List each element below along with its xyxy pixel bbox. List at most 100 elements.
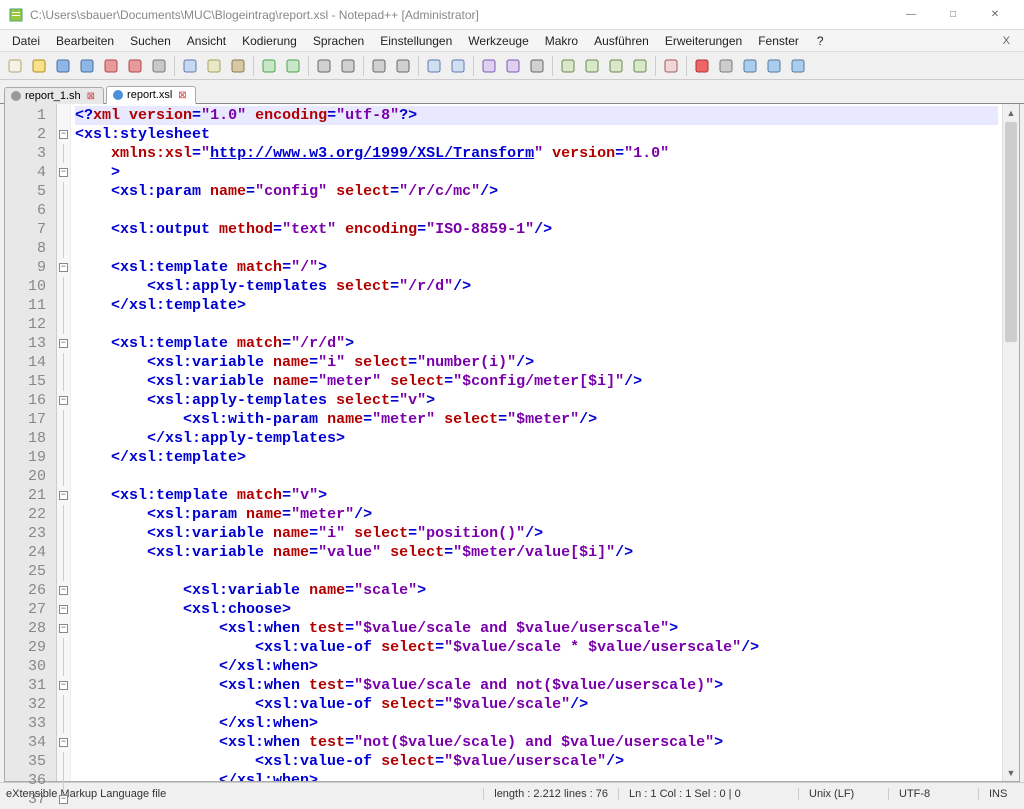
save-all-icon[interactable] bbox=[76, 55, 98, 77]
code-area[interactable]: <?xml version="1.0" encoding="utf-8"?><x… bbox=[71, 104, 1002, 781]
menu-suchen[interactable]: Suchen bbox=[122, 32, 179, 50]
close-all-icon[interactable] bbox=[124, 55, 146, 77]
menu-kodierung[interactable]: Kodierung bbox=[234, 32, 305, 50]
code-line[interactable]: <xsl:when test="$value/scale and not($va… bbox=[75, 676, 998, 695]
zoom-out-icon[interactable] bbox=[392, 55, 414, 77]
code-line[interactable]: <xsl:variable name="i" select="number(i)… bbox=[75, 353, 998, 372]
code-line[interactable]: </xsl:when> bbox=[75, 657, 998, 676]
status-mode[interactable]: INS bbox=[978, 788, 1018, 800]
close-file-icon[interactable] bbox=[100, 55, 122, 77]
code-line[interactable]: <xsl:template match="v"> bbox=[75, 486, 998, 505]
tab-close-icon[interactable]: ⊠ bbox=[87, 91, 95, 102]
menu-?[interactable]: ? bbox=[809, 32, 832, 50]
code-line[interactable]: </xsl:template> bbox=[75, 448, 998, 467]
save-macro-icon[interactable] bbox=[787, 55, 809, 77]
tab-label: report.xsl bbox=[127, 89, 172, 101]
print-icon[interactable] bbox=[148, 55, 170, 77]
code-line[interactable] bbox=[75, 239, 998, 258]
wordwrap-icon[interactable] bbox=[478, 55, 500, 77]
play-macro-icon[interactable] bbox=[739, 55, 761, 77]
menu-datei[interactable]: Datei bbox=[4, 32, 48, 50]
fold-column[interactable]: −−−−−−−−−−−− bbox=[57, 104, 71, 781]
lang-panel-icon[interactable] bbox=[557, 55, 579, 77]
cut-icon[interactable] bbox=[179, 55, 201, 77]
scroll-thumb[interactable] bbox=[1005, 122, 1017, 342]
status-eol[interactable]: Unix (LF) bbox=[798, 788, 888, 800]
undo-icon[interactable] bbox=[258, 55, 280, 77]
menu-sprachen[interactable]: Sprachen bbox=[305, 32, 372, 50]
doc-map-icon[interactable] bbox=[581, 55, 603, 77]
code-line[interactable]: </xsl:when> bbox=[75, 714, 998, 733]
folder-view-icon[interactable] bbox=[629, 55, 651, 77]
scroll-down-icon[interactable]: ▼ bbox=[1003, 764, 1019, 781]
menu-einstellungen[interactable]: Einstellungen bbox=[372, 32, 460, 50]
zoom-in-icon[interactable] bbox=[368, 55, 390, 77]
code-line[interactable]: <xsl:template match="/"> bbox=[75, 258, 998, 277]
code-line[interactable]: <xsl:choose> bbox=[75, 600, 998, 619]
code-line[interactable]: <xsl:apply-templates select="v"> bbox=[75, 391, 998, 410]
menu-ansicht[interactable]: Ansicht bbox=[179, 32, 234, 50]
code-line[interactable]: <xsl:variable name="meter" select="$conf… bbox=[75, 372, 998, 391]
func-list-icon[interactable] bbox=[605, 55, 627, 77]
code-line[interactable]: <xsl:stylesheet bbox=[75, 125, 998, 144]
code-line[interactable]: <xsl:template match="/r/d"> bbox=[75, 334, 998, 353]
open-file-icon[interactable] bbox=[28, 55, 50, 77]
code-line[interactable]: <xsl:with-param name="meter" select="$me… bbox=[75, 410, 998, 429]
code-line[interactable]: > bbox=[75, 163, 998, 182]
code-line[interactable]: <xsl:value-of select="$value/scale * $va… bbox=[75, 638, 998, 657]
code-line[interactable]: <xsl:variable name="value" select="$mete… bbox=[75, 543, 998, 562]
code-line[interactable]: </xsl:when> bbox=[75, 771, 998, 781]
code-line[interactable]: xmlns:xsl="http://www.w3.org/1999/XSL/Tr… bbox=[75, 144, 998, 163]
redo-icon[interactable] bbox=[282, 55, 304, 77]
code-line[interactable]: <xsl:variable name="scale"> bbox=[75, 581, 998, 600]
vertical-scrollbar[interactable]: ▲ ▼ bbox=[1002, 104, 1019, 781]
stop-macro-icon[interactable] bbox=[715, 55, 737, 77]
menu-fenster[interactable]: Fenster bbox=[750, 32, 807, 50]
run-macro-multi-icon[interactable] bbox=[763, 55, 785, 77]
code-line[interactable]: <xsl:value-of select="$value/scale"/> bbox=[75, 695, 998, 714]
menu-ausführen[interactable]: Ausführen bbox=[586, 32, 657, 50]
indent-guide-icon[interactable] bbox=[526, 55, 548, 77]
copy-icon[interactable] bbox=[203, 55, 225, 77]
tab-close-icon[interactable]: ⊠ bbox=[178, 90, 186, 101]
menu-bearbeiten[interactable]: Bearbeiten bbox=[48, 32, 122, 50]
record-macro-icon[interactable] bbox=[691, 55, 713, 77]
all-chars-icon[interactable] bbox=[502, 55, 524, 77]
sync-h-icon[interactable] bbox=[447, 55, 469, 77]
code-line[interactable]: <xsl:apply-templates select="/r/d"/> bbox=[75, 277, 998, 296]
menu-erweiterungen[interactable]: Erweiterungen bbox=[657, 32, 750, 50]
menu-werkzeuge[interactable]: Werkzeuge bbox=[460, 32, 536, 50]
code-line[interactable] bbox=[75, 201, 998, 220]
code-line[interactable]: <xsl:param name="config" select="/r/c/mc… bbox=[75, 182, 998, 201]
code-line[interactable]: <?xml version="1.0" encoding="utf-8"?> bbox=[75, 106, 998, 125]
tab-status-icon bbox=[11, 91, 21, 101]
new-file-icon[interactable] bbox=[4, 55, 26, 77]
scroll-up-icon[interactable]: ▲ bbox=[1003, 104, 1019, 121]
sync-v-icon[interactable] bbox=[423, 55, 445, 77]
minimize-button[interactable]: — bbox=[890, 1, 932, 29]
save-icon[interactable] bbox=[52, 55, 74, 77]
replace-icon[interactable] bbox=[337, 55, 359, 77]
paste-icon[interactable] bbox=[227, 55, 249, 77]
code-line[interactable]: <xsl:when test="$value/scale and $value/… bbox=[75, 619, 998, 638]
maximize-button[interactable]: □ bbox=[932, 1, 974, 29]
code-line[interactable]: <xsl:value-of select="$value/userscale"/… bbox=[75, 752, 998, 771]
code-line[interactable] bbox=[75, 467, 998, 486]
code-line[interactable] bbox=[75, 315, 998, 334]
code-line[interactable]: <xsl:when test="not($value/scale) and $v… bbox=[75, 733, 998, 752]
tab-report-xsl[interactable]: report.xsl ⊠ bbox=[106, 86, 196, 104]
menu-secondary-close[interactable]: X bbox=[993, 35, 1020, 47]
status-encoding[interactable]: UTF-8 bbox=[888, 788, 978, 800]
tab-report_1-sh[interactable]: report_1.sh⊠ bbox=[4, 87, 104, 104]
close-window-button[interactable]: ✕ bbox=[974, 1, 1016, 29]
code-line[interactable]: <xsl:param name="meter"/> bbox=[75, 505, 998, 524]
find-icon[interactable] bbox=[313, 55, 335, 77]
code-line[interactable]: <xsl:variable name="i" select="position(… bbox=[75, 524, 998, 543]
toolbar-separator bbox=[552, 56, 553, 76]
menu-makro[interactable]: Makro bbox=[537, 32, 586, 50]
monitor-icon[interactable] bbox=[660, 55, 682, 77]
code-line[interactable] bbox=[75, 562, 998, 581]
code-line[interactable]: </xsl:template> bbox=[75, 296, 998, 315]
code-line[interactable]: <xsl:output method="text" encoding="ISO-… bbox=[75, 220, 998, 239]
code-line[interactable]: </xsl:apply-templates> bbox=[75, 429, 998, 448]
